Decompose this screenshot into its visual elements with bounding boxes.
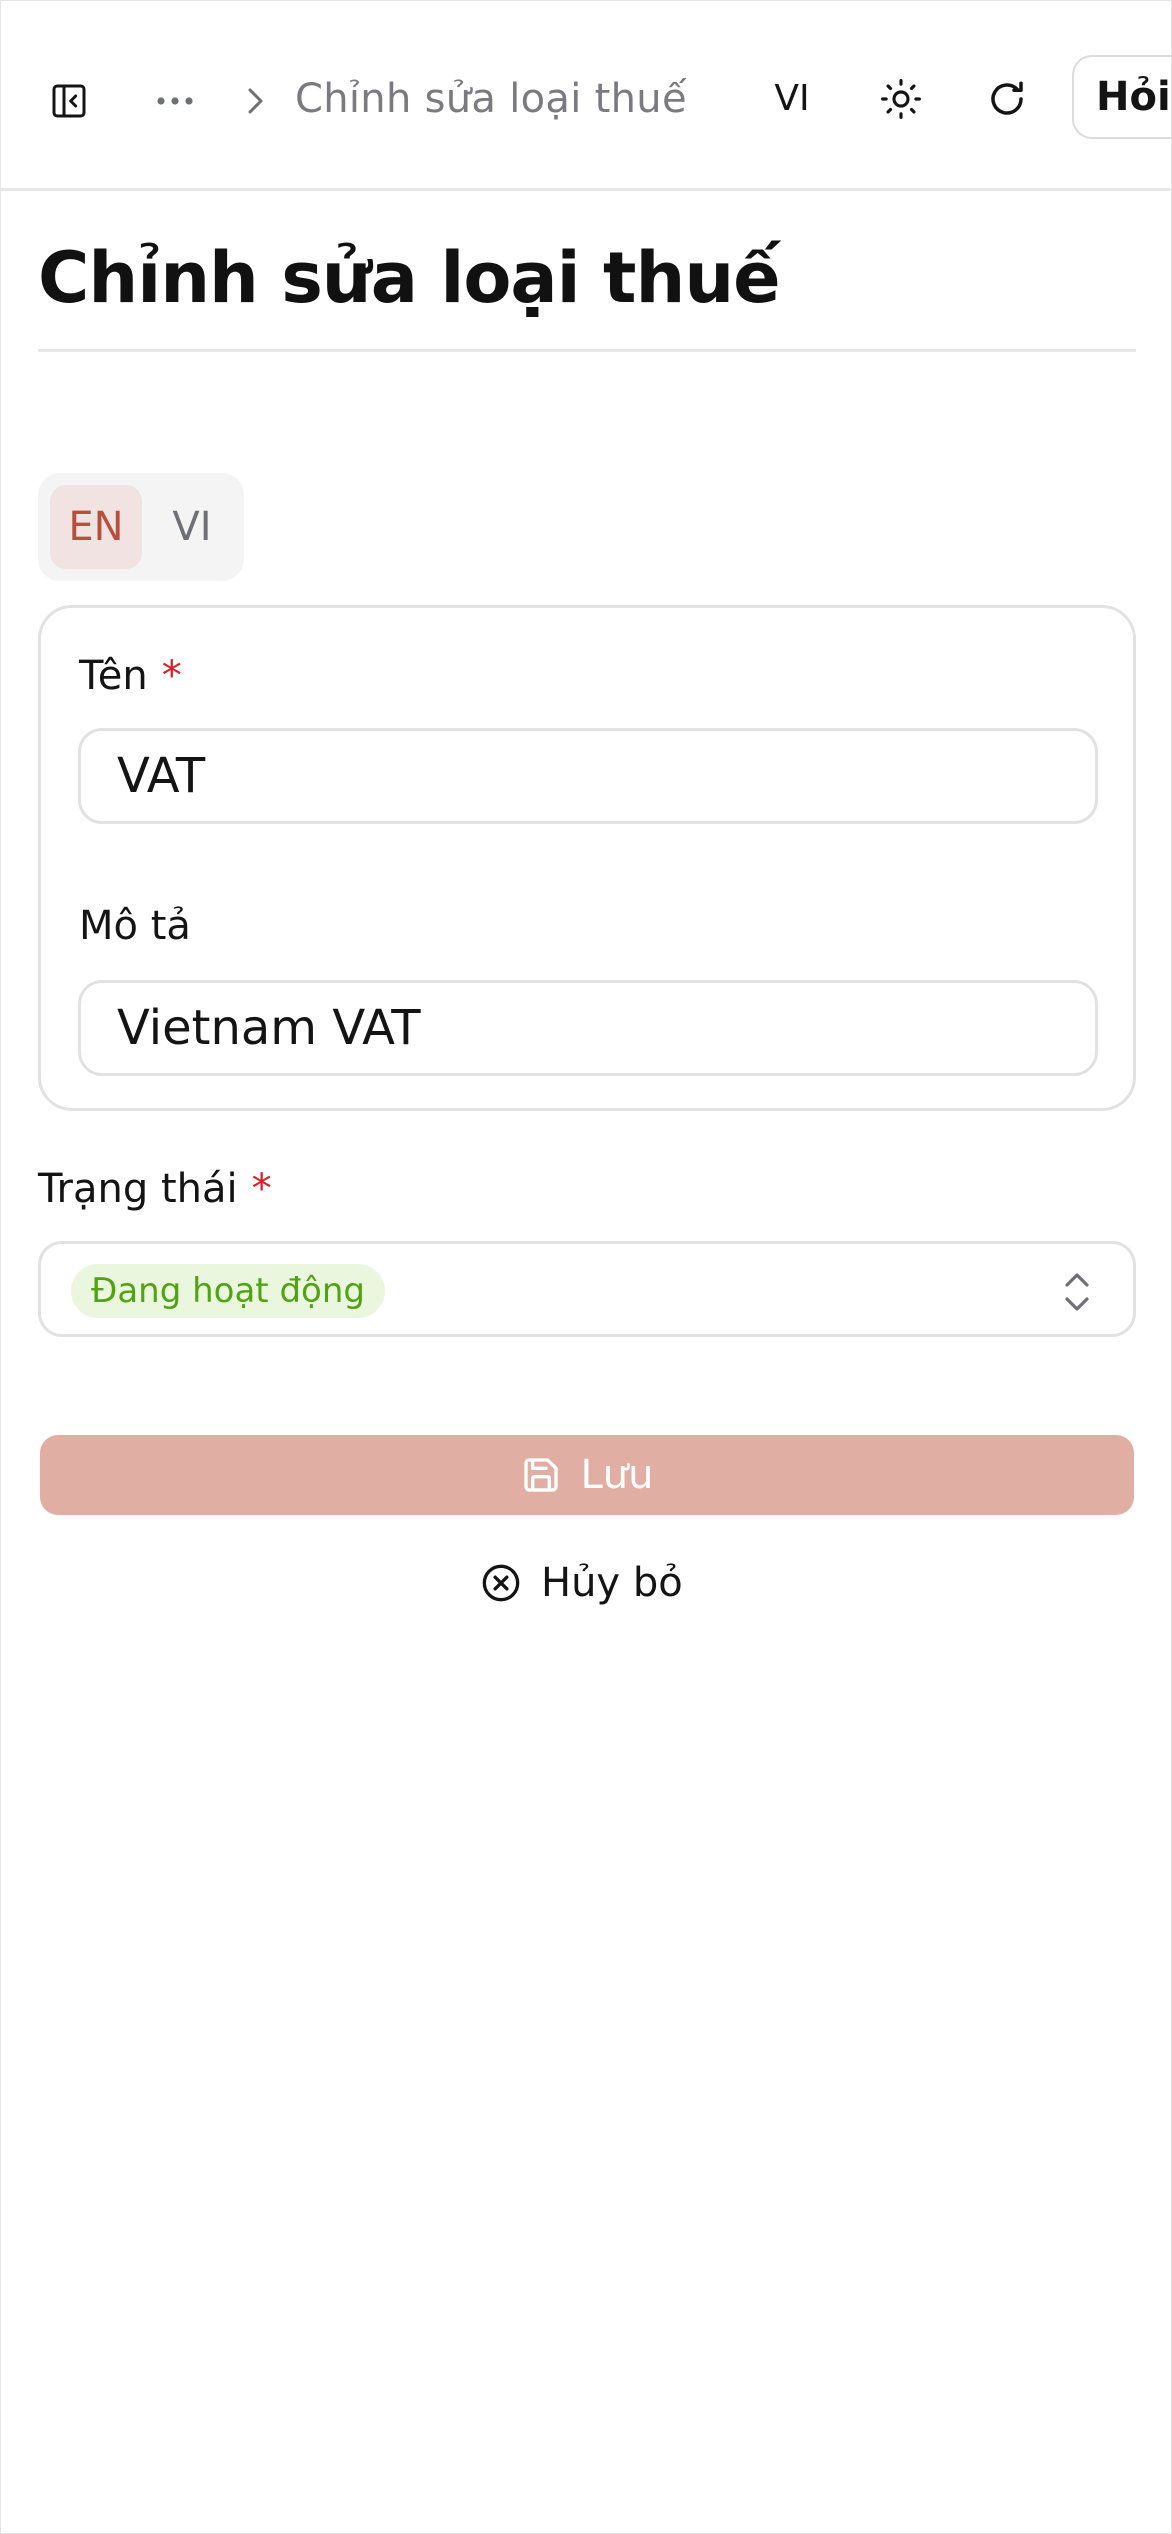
chevron-right-icon: [233, 77, 277, 125]
title-divider: [38, 349, 1136, 352]
sidebar-collapse-icon[interactable]: [43, 75, 95, 127]
language-tabs: EN VI: [38, 473, 244, 581]
description-input[interactable]: [78, 980, 1098, 1076]
refresh-icon[interactable]: [979, 71, 1035, 127]
app-frame: Chỉnh sửa loại thuế VI Hỏi Chỉnh sửa loạ…: [0, 0, 1172, 2534]
status-select[interactable]: Đang hoạt động: [38, 1241, 1136, 1337]
description-label: Mô tả: [79, 903, 191, 949]
required-mark: *: [161, 653, 182, 699]
tab-en[interactable]: EN: [50, 485, 142, 569]
translation-card: Tên * Mô tả: [38, 605, 1136, 1111]
status-label: Trạng thái *: [38, 1161, 272, 1217]
chevron-up-down-icon: [1057, 1268, 1097, 1316]
name-label-text: Tên: [79, 653, 148, 699]
ask-button[interactable]: Hỏi: [1072, 55, 1172, 139]
name-label: Tên *: [79, 648, 182, 704]
ellipsis-icon[interactable]: [149, 75, 201, 127]
name-input[interactable]: [78, 728, 1098, 824]
cancel-button-label: Hủy bỏ: [541, 1560, 683, 1606]
floppy-disk-icon: [521, 1455, 561, 1495]
top-bar: Chỉnh sửa loại thuế VI Hỏi: [1, 1, 1172, 191]
status-badge: Đang hoạt động: [71, 1264, 385, 1318]
tab-vi[interactable]: VI: [152, 485, 232, 569]
cancel-button[interactable]: Hủy bỏ: [481, 1551, 701, 1615]
save-button[interactable]: Lưu: [40, 1435, 1134, 1515]
page-title: Chỉnh sửa loại thuế: [38, 237, 781, 319]
language-switch-button[interactable]: VI: [759, 71, 825, 127]
save-button-label: Lưu: [580, 1452, 654, 1498]
required-mark: *: [251, 1166, 272, 1212]
status-label-text: Trạng thái: [38, 1166, 238, 1212]
sun-icon[interactable]: [873, 71, 929, 127]
circle-x-icon: [481, 1563, 521, 1603]
breadcrumb-current: Chỉnh sửa loại thuế: [295, 76, 687, 122]
